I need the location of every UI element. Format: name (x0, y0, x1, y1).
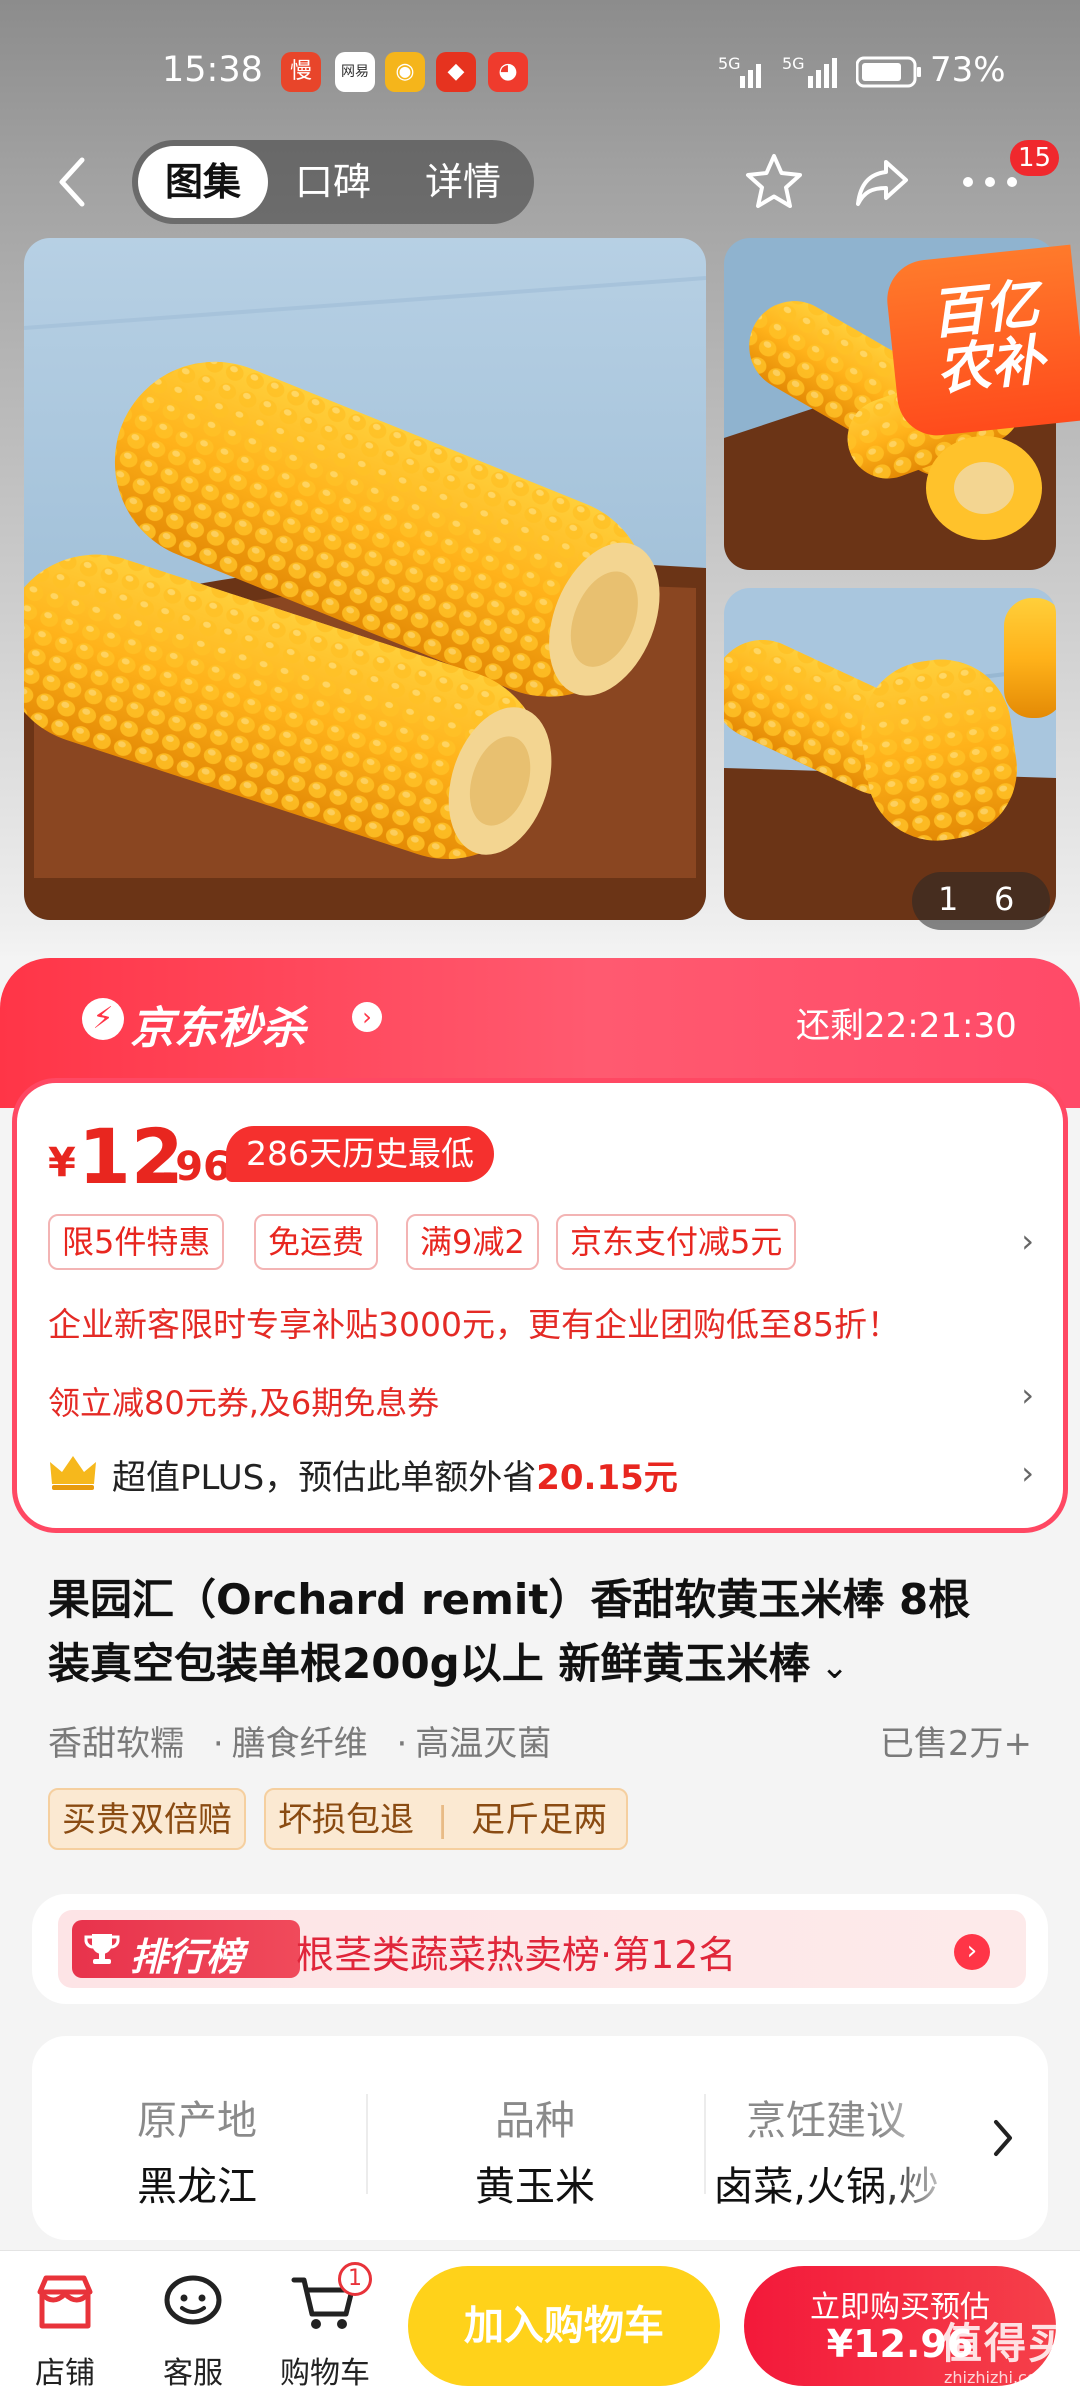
service-tag-damage-return: 坏损包退 (278, 1800, 414, 1840)
sold-count: 已售2万+ (879, 1724, 1032, 1764)
plus-savings-text: 超值PLUS，预估此单额外省 (112, 1458, 537, 1498)
promo-chip-jdpay[interactable]: 京东支付减5元 (556, 1214, 797, 1270)
product-title-line1: 果园汇（Orchard remit）香甜软黄玉米棒 8根 (48, 1575, 971, 1624)
app-icon-3: ◉ (385, 52, 425, 92)
more-badge: 15 (1010, 140, 1060, 176)
gallery-index-current: 1 (938, 880, 959, 918)
signal-icon-2: 5G (778, 54, 840, 94)
price-currency: ¥ (48, 1140, 76, 1186)
back-arrow-icon (59, 157, 85, 207)
trophy-icon (84, 1934, 120, 1964)
tab-reviews[interactable]: 口碑 (268, 140, 398, 224)
flash-icon: ⚡ (82, 998, 124, 1040)
star-icon (746, 154, 802, 208)
enterprise-subsidy-text[interactable]: 企业新客限时专享补贴3000元，更有企业团购低至85折！ (48, 1298, 900, 1346)
watermark-url: zhizhizhi.com (944, 2368, 1053, 2387)
attr-fade (880, 2070, 960, 2210)
corn-photo-main (24, 238, 706, 920)
ranking-chevron-icon: › (954, 1934, 990, 1970)
crown-icon (48, 1452, 98, 1496)
countdown-time: 22:21:30 (864, 1006, 1017, 1046)
service-tag-full-weight: 足斤足两 (471, 1800, 608, 1840)
attr-label-origin: 原产地 (137, 2098, 257, 2144)
thumbnail-image-2[interactable] (724, 588, 1056, 920)
promo-chevron-icon[interactable]: › (1021, 1222, 1034, 1260)
cart-label: 购物车 (280, 2356, 370, 2391)
ranking-text: 根茎类蔬菜热卖榜·第12名 (296, 1933, 737, 1977)
attr-value-origin: 黑龙江 (137, 2164, 257, 2210)
flash-sale-title: 京东秒杀 (130, 1003, 306, 1054)
tab-gallery[interactable]: 图集 (138, 146, 268, 218)
expand-chevron-icon: ⌄ (820, 1647, 849, 1687)
promo-chip-free-shipping[interactable]: 免运费 (254, 1214, 379, 1270)
attr-label-variety: 品种 (495, 2098, 575, 2144)
app-icon-2: 网易 (335, 52, 375, 92)
ranking-badge-label: 排行榜 (130, 1935, 245, 1979)
attr-value-variety: 黄玉米 (475, 2164, 595, 2210)
countdown-label: 还剩 (796, 1006, 864, 1046)
ranking-badge: 排行榜 (72, 1920, 300, 1979)
plus-savings-amount: 20.15元 (536, 1458, 678, 1498)
shop-label: 店铺 (35, 2356, 95, 2391)
share-button[interactable] (850, 150, 914, 218)
attr-divider (366, 2094, 368, 2194)
ranking-card[interactable]: 排行榜 根茎类蔬菜热卖榜·第12名 › (32, 1894, 1048, 2004)
app-icon-1: 慢 (281, 52, 321, 92)
battery-icon (855, 56, 922, 92)
chevron-right-icon: › (352, 1002, 382, 1032)
price-decimal: .96 (160, 1144, 231, 1190)
history-low-badge: 286天历史最低 (226, 1126, 494, 1182)
back-button[interactable] (52, 152, 92, 216)
plus-savings-line[interactable]: 超值PLUS，预估此单额外省20.15元 (112, 1450, 678, 1499)
battery-percent: 73% (930, 50, 1006, 90)
feature-item: 高温灭菌 (415, 1724, 552, 1764)
attr-divider (704, 2094, 706, 2194)
cart-badge: 1 (338, 2262, 372, 2296)
customer-service-button[interactable] (158, 2268, 228, 2342)
view-tabs: 图集 口碑 详情 (132, 140, 534, 224)
watermark-logo: 值得买 (940, 2319, 1073, 2368)
tab-details[interactable]: 详情 (398, 140, 528, 224)
feature-list: 香甜软糯 · 膳食纤维 · 高温灭菌 (48, 1724, 552, 1764)
feature-item: 膳食纤维 (231, 1724, 368, 1764)
app-icon-5: ◕ (488, 52, 528, 92)
countdown: 还剩22:21:30 (796, 998, 1017, 1047)
gallery-counter: 1 6 (912, 872, 1050, 930)
service-smile-icon (164, 2275, 222, 2325)
shop-icon (37, 2275, 93, 2329)
shop-button[interactable] (30, 2268, 100, 2342)
status-time: 15:38 (162, 50, 263, 90)
subsidy-badge-line2: 农补 (933, 328, 1048, 403)
add-to-cart-button[interactable]: 加入购物车 (408, 2266, 720, 2386)
feature-item: 香甜软糯 (48, 1724, 184, 1764)
coupon-chevron-icon[interactable]: › (1021, 1376, 1034, 1414)
plus-chevron-icon[interactable]: › (1021, 1454, 1034, 1492)
service-tag-group[interactable]: 坏损包退 | 足斤足两 (264, 1788, 628, 1850)
corn-photo-thumb-2 (724, 588, 1056, 920)
main-product-image[interactable] (24, 238, 706, 920)
promo-chip-limit[interactable]: 限5件特惠 (48, 1214, 225, 1270)
signal-icon-1: 5G (718, 54, 768, 94)
app-icon-4: ◆ (436, 52, 476, 92)
attributes-chevron-icon[interactable] (988, 2116, 1018, 2164)
coupon-text[interactable]: 领立减80元券,及6期免息券 (48, 1378, 439, 1424)
subsidy-badge: 百亿 农补 (883, 244, 1080, 440)
product-title-line2[interactable]: 装真空包装单根200g以上 新鲜黄玉米棒 ⌄ (48, 1630, 849, 1691)
share-icon (856, 160, 908, 206)
favorite-button[interactable] (742, 150, 806, 218)
gallery-index-total: 6 (994, 880, 1015, 918)
service-tag-price-guarantee[interactable]: 买贵双倍赔 (48, 1788, 246, 1850)
service-label: 客服 (163, 2356, 223, 2391)
promo-chip-discount[interactable]: 满9减2 (406, 1214, 539, 1270)
